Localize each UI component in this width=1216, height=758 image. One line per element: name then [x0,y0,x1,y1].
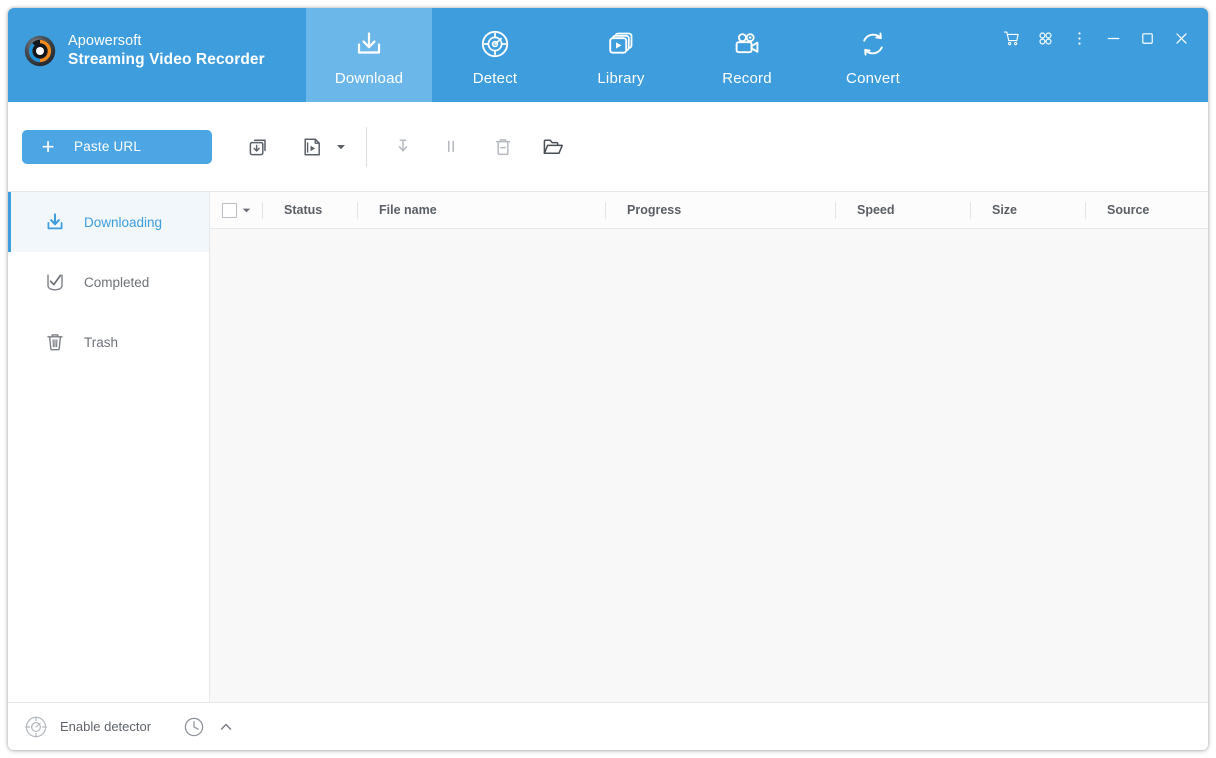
apps-grid-icon[interactable] [1028,24,1062,52]
body-area: Downloading Completed [8,192,1208,702]
column-header-source[interactable]: Source [1085,192,1208,229]
toolbar-divider [366,127,367,167]
tab-library-label: Library [597,70,644,87]
download-tray-icon [354,27,384,61]
minimize-icon[interactable] [1096,24,1130,52]
enable-detector-label: Enable detector [60,719,151,734]
toolbar: + Paste URL [8,102,1208,192]
nav-tabs: Download Detect [306,8,936,102]
more-vertical-icon[interactable] [1062,24,1096,52]
video-file-icon[interactable] [292,127,332,167]
chevron-up-icon[interactable] [215,716,237,738]
column-header-speed-label: Speed [835,203,895,217]
sidebar: Downloading Completed [8,192,210,702]
plus-icon: + [22,136,74,158]
column-header-filename-label: File name [357,203,437,217]
column-divider [262,202,263,219]
column-header-progress[interactable]: Progress [605,192,835,229]
start-download-icon[interactable] [383,127,423,167]
check-badge-icon [42,271,68,293]
sidebar-item-completed[interactable]: Completed [8,252,209,312]
enable-detector-button[interactable]: Enable detector [24,715,151,739]
column-header-speed[interactable]: Speed [835,192,970,229]
paste-url-label: Paste URL [74,139,141,154]
tab-download[interactable]: Download [306,8,432,102]
tab-convert[interactable]: Convert [810,8,936,102]
sidebar-item-downloading-label: Downloading [84,215,162,230]
column-divider [357,202,358,219]
select-all-caret-icon[interactable] [242,207,251,214]
pause-icon[interactable] [431,127,471,167]
column-header-size-label: Size [970,203,1017,217]
close-icon[interactable] [1164,24,1198,52]
column-divider [1085,202,1086,219]
column-header-filename[interactable]: File name [357,192,605,229]
delete-trash-icon[interactable] [483,127,523,167]
column-header-status[interactable]: Status [262,192,357,229]
radar-detect-icon [480,27,510,61]
tab-convert-label: Convert [846,70,900,87]
column-divider [605,202,606,219]
maximize-icon[interactable] [1130,24,1164,52]
library-play-cards-icon [606,27,636,61]
column-header-source-label: Source [1085,203,1149,217]
table-header: Status File name Progress Speed Size [210,192,1208,229]
status-bar: Enable detector [8,702,1208,750]
paste-url-button[interactable]: + Paste URL [22,130,212,164]
batch-download-icon[interactable] [238,127,278,167]
column-divider [970,202,971,219]
column-header-size[interactable]: Size [970,192,1085,229]
video-camera-icon [732,27,762,61]
app-window: Apowersoft Streaming Video Recorder Down… [8,8,1208,750]
clock-icon[interactable] [181,714,207,740]
tab-record-label: Record [722,70,772,87]
window-controls [994,24,1198,52]
title-bar: Apowersoft Streaming Video Recorder Down… [8,8,1208,102]
toolbar-add-group [238,127,573,167]
video-format-caret-icon[interactable] [332,127,350,167]
select-all-header [210,192,262,229]
column-divider [835,202,836,219]
tab-record[interactable]: Record [684,8,810,102]
tab-download-label: Download [335,70,403,87]
brand-area: Apowersoft Streaming Video Recorder [8,8,306,102]
tab-library[interactable]: Library [558,8,684,102]
download-icon [42,211,68,233]
brand-text: Apowersoft Streaming Video Recorder [68,32,265,70]
select-all-checkbox[interactable] [222,203,237,218]
product-name: Streaming Video Recorder [68,50,265,69]
apowersoft-logo-icon [24,35,56,67]
tab-detect[interactable]: Detect [432,8,558,102]
convert-refresh-icon [858,27,888,61]
content-area: Status File name Progress Speed Size [210,192,1208,702]
sidebar-item-completed-label: Completed [84,275,149,290]
column-header-status-label: Status [262,203,322,217]
cart-icon[interactable] [994,24,1028,52]
sidebar-item-downloading[interactable]: Downloading [8,192,209,252]
tab-detect-label: Detect [473,70,518,87]
trash-icon [42,331,68,353]
sidebar-item-trash[interactable]: Trash [8,312,209,372]
sidebar-item-trash-label: Trash [84,335,118,350]
download-list[interactable] [210,229,1208,702]
open-folder-icon[interactable] [533,127,573,167]
column-header-progress-label: Progress [605,203,681,217]
brand-name: Apowersoft [68,32,265,50]
detector-target-icon [24,715,48,739]
